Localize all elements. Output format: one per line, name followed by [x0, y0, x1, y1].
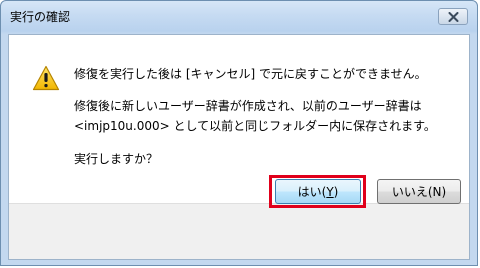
- button-bar: [9, 203, 469, 259]
- title-bar[interactable]: 実行の確認: [1, 1, 477, 34]
- dialog-title: 実行の確認: [10, 10, 71, 24]
- yes-label-prefix: はい(: [297, 185, 327, 199]
- message-line-3: <imjp10u.000> として以前と同じフォルダー内に保存されます。: [74, 119, 436, 133]
- yes-button[interactable]: はい(Y): [275, 179, 361, 204]
- close-button[interactable]: [438, 8, 468, 25]
- close-x-icon: [448, 11, 459, 22]
- yes-label-suffix: ): [333, 184, 339, 199]
- message-line-4: 実行しますか？: [74, 152, 159, 166]
- no-button[interactable]: いいえ(N): [377, 179, 461, 204]
- message-area: 修復を実行した後は [キャンセル] で元に戻すことができません。 修復後に新しい…: [9, 35, 469, 203]
- message-line-1: 修復を実行した後は [キャンセル] で元に戻すことができません。: [74, 67, 427, 81]
- no-label: いいえ(N): [391, 185, 447, 199]
- yes-accelerator: Y: [326, 184, 334, 199]
- dialog-body: 修復を実行した後は [キャンセル] で元に戻すことができません。 修復後に新しい…: [8, 34, 470, 260]
- warning-triangle-icon: [32, 65, 60, 91]
- confirm-dialog: 実行の確認 修復を実行した後は [キャンセル] で元に戻すことができません。 修…: [0, 0, 478, 266]
- message-line-2: 修復後に新しいユーザー辞書が作成され、以前のユーザー辞書は: [74, 99, 422, 113]
